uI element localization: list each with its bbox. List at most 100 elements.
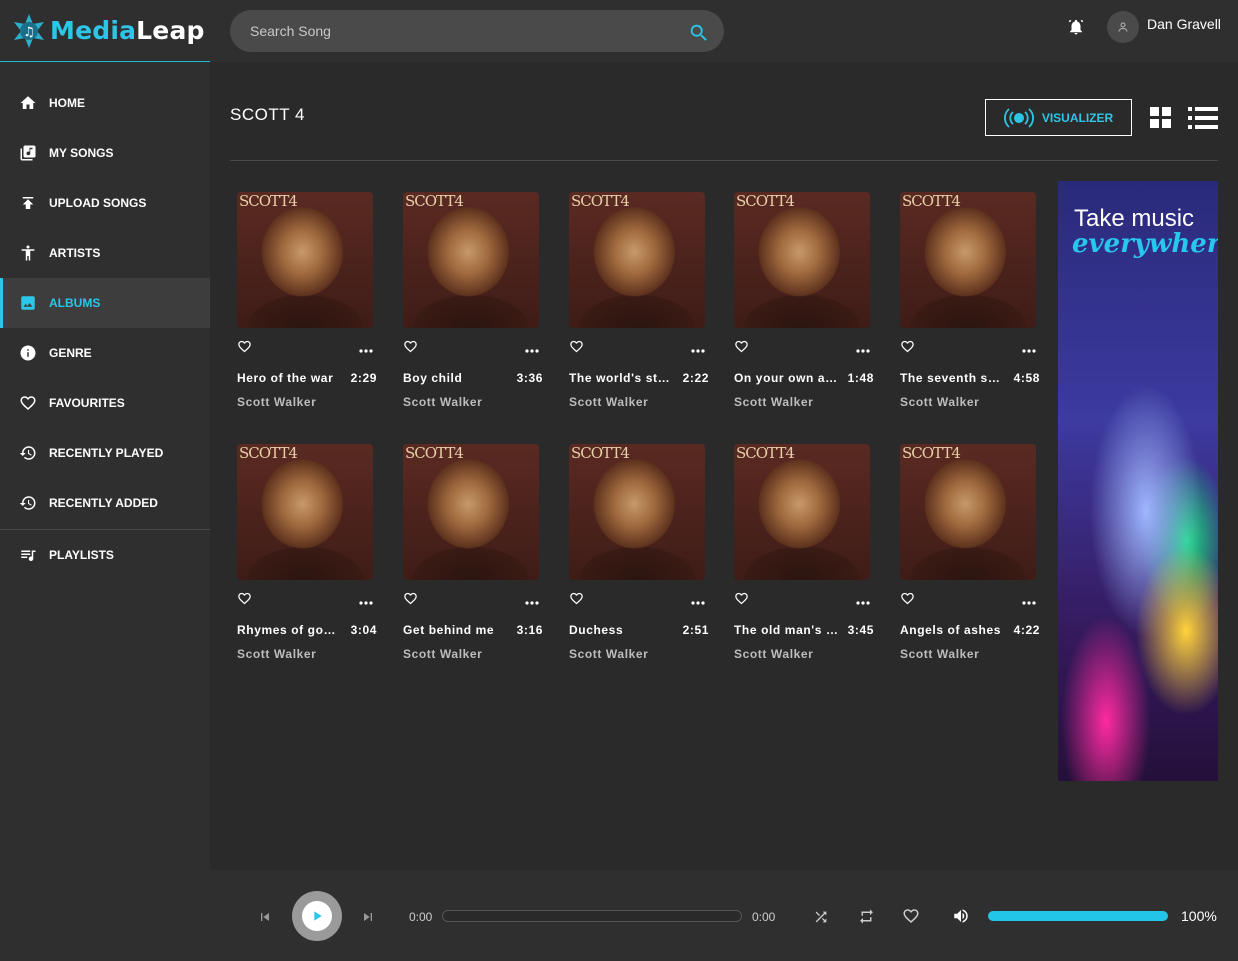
- song-artist[interactable]: Scott Walker: [237, 647, 377, 661]
- album-cover[interactable]: SCOTT4: [237, 444, 373, 580]
- volume-slider[interactable]: [988, 911, 1168, 921]
- heart-icon[interactable]: [403, 591, 418, 611]
- song-card[interactable]: SCOTT4 Duchess 2:51 Scott Walker: [569, 444, 709, 661]
- song-artist[interactable]: Scott Walker: [734, 395, 874, 409]
- song-artist[interactable]: Scott Walker: [900, 395, 1040, 409]
- sidebar-item-favourites[interactable]: FAVOURITES: [0, 378, 210, 428]
- album-cover[interactable]: SCOTT4: [900, 192, 1036, 328]
- song-title[interactable]: The world's strong: [569, 371, 673, 385]
- song-artist[interactable]: Scott Walker: [734, 647, 874, 661]
- advertisement-banner[interactable]: Take music everywhere: [1058, 181, 1218, 781]
- repeat-icon[interactable]: [858, 908, 875, 930]
- song-card[interactable]: SCOTT4 The world's strong 2:22 Scott Walker: [569, 192, 709, 409]
- volume-icon[interactable]: [952, 907, 970, 930]
- song-title[interactable]: Hero of the war: [237, 371, 341, 385]
- logo[interactable]: ♫ MediaLeap: [0, 0, 210, 62]
- song-card[interactable]: SCOTT4 Angels of ashes 4:22 Scott Walker: [900, 444, 1040, 661]
- album-cover[interactable]: SCOTT4: [403, 192, 539, 328]
- song-title[interactable]: Angels of ashes: [900, 623, 1004, 637]
- more-options-icon[interactable]: [525, 340, 539, 358]
- previous-track-icon[interactable]: [257, 909, 273, 930]
- song-artist[interactable]: Scott Walker: [237, 395, 377, 409]
- visualizer-button[interactable]: VISUALIZER: [985, 99, 1132, 136]
- sidebar-item-playlists[interactable]: PLAYLISTS: [0, 530, 210, 580]
- album-cover[interactable]: SCOTT4: [403, 444, 539, 580]
- song-card[interactable]: SCOTT4 On your own again 1:48 Scott Walker: [734, 192, 874, 409]
- heart-icon[interactable]: [237, 339, 252, 359]
- grid-view-icon[interactable]: [1150, 107, 1172, 134]
- sidebar-item-artists[interactable]: ARTISTS: [0, 228, 210, 278]
- notification-bell-icon[interactable]: [1067, 17, 1085, 42]
- song-duration: 1:48: [847, 371, 874, 385]
- avatar[interactable]: [1107, 11, 1139, 43]
- heart-icon[interactable]: [569, 591, 584, 611]
- sidebar-item-label: MY SONGS: [49, 146, 114, 160]
- more-options-icon[interactable]: [856, 340, 870, 358]
- album-cover[interactable]: SCOTT4: [734, 444, 870, 580]
- sidebar-item-recently-added[interactable]: RECENTLY ADDED: [0, 478, 210, 528]
- song-artist[interactable]: Scott Walker: [569, 647, 709, 661]
- sidebar-item-home[interactable]: HOME: [0, 78, 210, 128]
- sidebar-item-recently-played[interactable]: RECENTLY PLAYED: [0, 428, 210, 478]
- list-view-icon[interactable]: [1188, 106, 1218, 135]
- play-button[interactable]: [292, 891, 342, 941]
- sidebar-item-upload-songs[interactable]: UPLOAD SONGS: [0, 178, 210, 228]
- more-options-icon[interactable]: [691, 592, 705, 610]
- song-title[interactable]: Rhymes of goodbye: [237, 623, 341, 637]
- song-title[interactable]: The seventh seal: [900, 371, 1004, 385]
- heart-icon[interactable]: [900, 339, 915, 359]
- more-options-icon[interactable]: [1022, 340, 1036, 358]
- song-artist[interactable]: Scott Walker: [900, 647, 1040, 661]
- user-name[interactable]: Dan Gravell: [1147, 16, 1221, 32]
- album-cover[interactable]: SCOTT4: [237, 192, 373, 328]
- song-duration: 3:45: [847, 623, 874, 637]
- more-options-icon[interactable]: [359, 340, 373, 358]
- song-card[interactable]: SCOTT4 Boy child 3:36 Scott Walker: [403, 192, 543, 409]
- song-title[interactable]: Duchess: [569, 623, 673, 637]
- song-card[interactable]: SCOTT4 The seventh seal 4:58 Scott Walker: [900, 192, 1040, 409]
- heart-icon[interactable]: [900, 591, 915, 611]
- sidebar-item-my-songs[interactable]: MY SONGS: [0, 128, 210, 178]
- current-time: 0:00: [409, 910, 433, 924]
- sidebar-item-genre[interactable]: GENRE: [0, 328, 210, 378]
- sidebar-item-albums[interactable]: ALBUMS: [0, 278, 210, 328]
- more-options-icon[interactable]: [691, 340, 705, 358]
- album-cover[interactable]: SCOTT4: [900, 444, 1036, 580]
- heart-icon[interactable]: [734, 591, 749, 611]
- album-cover[interactable]: SCOTT4: [569, 444, 705, 580]
- song-artist[interactable]: Scott Walker: [569, 395, 709, 409]
- song-artist[interactable]: Scott Walker: [403, 395, 543, 409]
- song-duration: 2:22: [682, 371, 709, 385]
- next-track-icon[interactable]: [360, 909, 376, 930]
- cover-title: SCOTT4: [902, 192, 961, 210]
- song-info: Boy child 3:36: [403, 371, 543, 385]
- song-card[interactable]: SCOTT4 The old man's back again 3:45 Scott …: [734, 444, 874, 661]
- song-card[interactable]: SCOTT4 Rhymes of goodbye 3:04 Scott Walker: [237, 444, 377, 661]
- search-icon[interactable]: [688, 22, 710, 49]
- song-artist[interactable]: Scott Walker: [403, 647, 543, 661]
- favourite-heart-icon[interactable]: [902, 907, 920, 930]
- shuffle-icon[interactable]: [813, 909, 829, 930]
- volume-percent: 100%: [1181, 908, 1217, 924]
- song-card[interactable]: SCOTT4 Hero of the war 2:29 Scott Walker: [237, 192, 377, 409]
- song-title[interactable]: On your own again: [734, 371, 838, 385]
- progress-bar[interactable]: [442, 910, 742, 922]
- more-options-icon[interactable]: [1022, 592, 1036, 610]
- heart-icon[interactable]: [403, 339, 418, 359]
- song-title[interactable]: Boy child: [403, 371, 507, 385]
- album-cover[interactable]: SCOTT4: [734, 192, 870, 328]
- search-input[interactable]: [250, 10, 670, 52]
- heart-icon[interactable]: [569, 339, 584, 359]
- more-options-icon[interactable]: [359, 592, 373, 610]
- cover-title: SCOTT4: [405, 444, 464, 462]
- song-info: The old man's back again 3:45: [734, 623, 874, 637]
- cover-title: SCOTT4: [902, 444, 961, 462]
- more-options-icon[interactable]: [525, 592, 539, 610]
- song-title[interactable]: Get behind me: [403, 623, 507, 637]
- song-card[interactable]: SCOTT4 Get behind me 3:16 Scott Walker: [403, 444, 543, 661]
- song-title[interactable]: The old man's back again: [734, 623, 838, 637]
- more-options-icon[interactable]: [856, 592, 870, 610]
- heart-icon[interactable]: [237, 591, 252, 611]
- heart-icon[interactable]: [734, 339, 749, 359]
- album-cover[interactable]: SCOTT4: [569, 192, 705, 328]
